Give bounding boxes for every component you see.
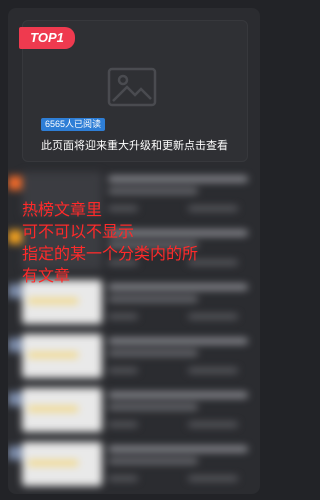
annotation-line: 指定的某一个分类内的所 [22,246,199,263]
row-line [108,350,198,356]
row-meta [108,368,138,373]
row-line [108,392,248,398]
row-line [108,296,198,302]
annotation-line: 热榜文章里 [22,202,103,219]
annotation-line: 有文章 [22,268,71,285]
row-meta [108,422,138,427]
thumbnail [22,334,102,378]
row-meta [108,476,138,481]
list-item[interactable] [8,330,260,382]
row-line [108,188,198,194]
row-line [108,176,248,182]
row-meta [188,422,238,427]
row-line [108,446,248,452]
annotation-text: 热榜文章里 可不可以不显示 指定的某一个分类内的所 有文章 [22,200,262,288]
top-article-title[interactable]: 此页面将迎来重大升级和更新点击查看 [41,139,241,153]
row-line [108,404,198,410]
row-meta [108,314,138,319]
list-item[interactable] [8,438,260,490]
row-line [108,338,248,344]
rank-badge: TOP1 [19,27,75,49]
read-count-badge: 6565人已阅读 [41,118,106,131]
image-placeholder-icon [107,67,157,107]
row-meta [188,368,238,373]
top-article-card[interactable]: TOP1 6565人已阅读 此页面将迎来重大升级和更新点击查看 [19,20,248,162]
annotation-line: 可不可以不显示 [22,224,135,241]
row-meta [188,314,238,319]
row-meta [188,476,238,481]
thumbnail [22,442,102,486]
row-line [108,458,198,464]
list-item[interactable] [8,384,260,436]
thumbnail [22,388,102,432]
